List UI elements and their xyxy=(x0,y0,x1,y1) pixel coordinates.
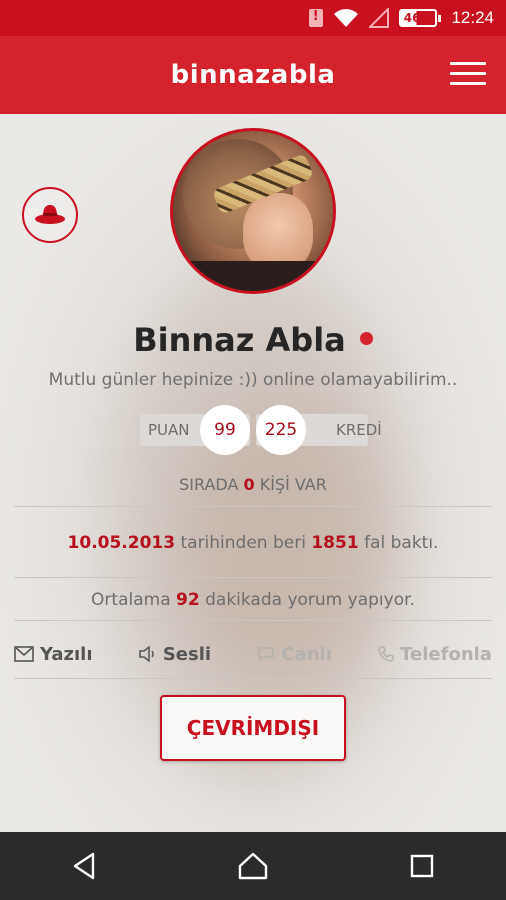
kredi-value: 225 xyxy=(256,405,306,455)
envelope-icon xyxy=(14,646,34,662)
phone-icon xyxy=(378,646,394,662)
status-message: Mutlu günler hepinize :)) online olamaya… xyxy=(48,370,458,390)
wifi-icon xyxy=(333,8,359,28)
divider xyxy=(14,506,492,507)
profile-name: Binnaz Abla xyxy=(133,321,346,359)
average-minutes: 92 xyxy=(176,590,200,610)
since-middle: tarihinden beri xyxy=(175,533,312,553)
average-suffix: dakikada yorum yapıyor. xyxy=(199,590,415,610)
average-info: Ortalama 92 dakikada yorum yapıyor. xyxy=(0,590,506,610)
divider xyxy=(14,678,492,679)
queue-suffix: KİŞİ VAR xyxy=(254,475,327,494)
app-logo: binnazabla xyxy=(170,60,336,90)
channel-label: Sesli xyxy=(162,643,212,665)
channel-label: Yazılı xyxy=(40,643,93,665)
signal-icon xyxy=(368,8,389,28)
queue-count: 0 xyxy=(243,475,255,494)
divider xyxy=(14,620,492,621)
stats-bar: PUAN 99 225 KREDİ xyxy=(140,405,382,455)
channel-yazili[interactable]: Yazılı xyxy=(14,644,93,665)
channel-canli[interactable]: Canlı xyxy=(257,644,332,665)
puan-label: PUAN xyxy=(148,421,190,439)
since-suffix: fal baktı. xyxy=(358,533,439,553)
hat-icon[interactable] xyxy=(22,187,78,243)
average-prefix: Ortalama xyxy=(91,590,177,610)
navigation-bar xyxy=(0,832,506,900)
channel-sesli[interactable]: Sesli xyxy=(139,644,211,665)
channel-label: Canlı xyxy=(281,643,332,665)
clock: 12:24 xyxy=(451,8,494,27)
since-date: 10.05.2013 xyxy=(67,533,176,553)
recent-apps-icon[interactable] xyxy=(392,836,452,896)
divider xyxy=(14,577,492,578)
offline-button[interactable]: ÇEVRİMDIŞI xyxy=(160,695,346,761)
online-status-dot xyxy=(359,332,373,345)
battery-icon: 46% xyxy=(398,9,442,27)
channel-list: Yazılı Sesli Canlı Telefonla xyxy=(14,637,492,671)
profile-name-row: Binnaz Abla xyxy=(0,321,506,359)
chat-bubble-icon xyxy=(257,646,275,662)
queue-prefix: SIRADA xyxy=(179,475,244,494)
kredi-label: KREDİ xyxy=(336,421,382,439)
hamburger-menu-icon[interactable] xyxy=(450,62,486,88)
status-bar: 46% 12:24 xyxy=(0,0,506,36)
channel-label: Telefonla xyxy=(400,643,492,665)
speaker-icon xyxy=(139,646,157,662)
since-info: 10.05.2013 tarihinden beri 1851 fal bakt… xyxy=(0,533,506,553)
profile-content: Binnaz Abla Mutlu günler hepinize :)) on… xyxy=(0,114,506,832)
battery-level: 46% xyxy=(403,11,433,25)
reading-count: 1851 xyxy=(311,533,359,553)
home-icon[interactable] xyxy=(223,836,283,896)
avatar xyxy=(170,128,336,294)
queue-info: SIRADA 0 KİŞİ VAR xyxy=(0,475,506,494)
back-icon[interactable] xyxy=(54,836,114,896)
puan-value: 99 xyxy=(200,405,250,455)
sim-alert-icon xyxy=(308,9,323,27)
app-bar: binnazabla xyxy=(0,36,506,114)
channel-telefonla[interactable]: Telefonla xyxy=(378,644,492,665)
